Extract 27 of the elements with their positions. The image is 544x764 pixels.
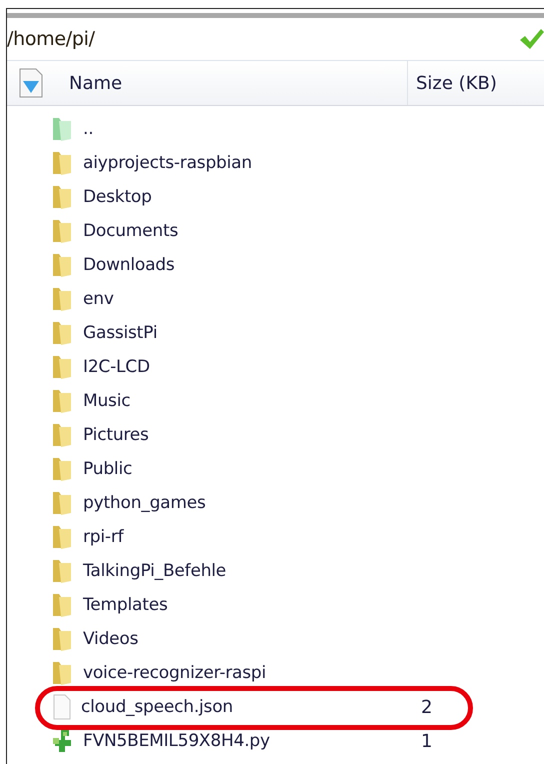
file-name: .. [83,119,94,139]
file-name: Downloads [83,255,175,275]
file-name: cloud_speech.json [81,697,233,717]
file-size: 2 [421,696,432,718]
file-name: FVN5BEMIL59X8H4.py [83,731,270,751]
file-name: Pictures [83,425,149,445]
file-name: Music [83,391,130,411]
column-header[interactable]: Size (KB) [416,72,497,94]
path-text: /home/pi/ [7,28,95,50]
file-name: Desktop [83,187,152,207]
file-name: I2C-LCD [83,357,150,377]
file-name: aiyprojects-raspbian [83,153,252,173]
file-name: Public [83,459,132,479]
file-name: python_games [83,493,206,513]
column-header[interactable]: Name [69,72,122,94]
file-name: Videos [83,629,138,649]
file-name: GassistPi [83,323,158,343]
file-name: Documents [83,221,178,241]
file-size: 1 [421,730,432,752]
file-name: Templates [83,595,168,615]
checkmark-icon [518,27,544,51]
file-icon [51,694,73,720]
file-name: voice-recognizer-raspi [83,663,266,683]
file-name: env [83,289,114,309]
sort-icon [17,67,45,99]
file-name: rpi-rf [83,527,124,547]
file-name: TalkingPi_Befehle [83,561,226,581]
